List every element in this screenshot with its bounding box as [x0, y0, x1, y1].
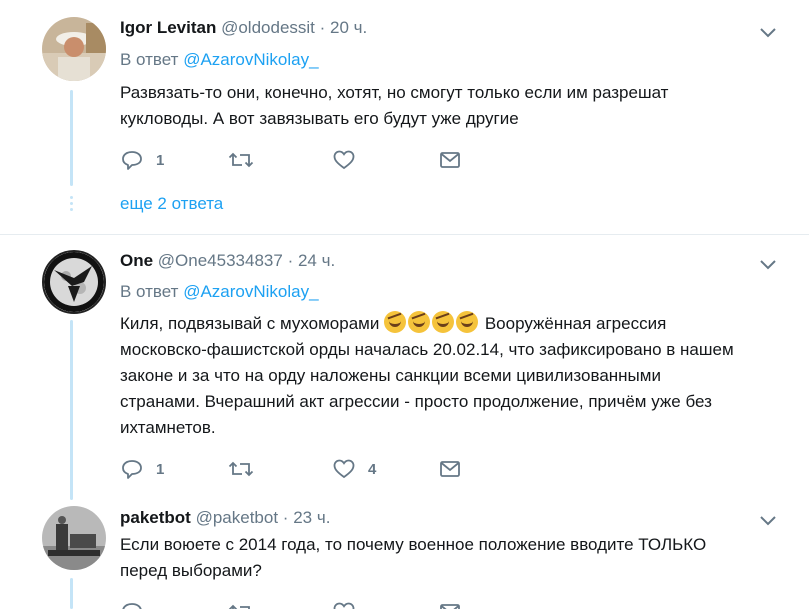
- envelope-icon: [440, 152, 460, 168]
- heart-icon: [333, 459, 355, 479]
- user-name[interactable]: Igor Levitan: [120, 18, 216, 37]
- tweet-text-line: странами. Вчерашний акт агрессии - прост…: [120, 392, 712, 411]
- user-handle[interactable]: @One45334837: [158, 251, 283, 270]
- tweet-header: One @One45334837 · 24 ч.: [120, 251, 335, 271]
- envelope-icon: [440, 604, 460, 609]
- thread-line: [70, 320, 73, 500]
- separator-dot: ·: [319, 18, 326, 37]
- rolling-laughing-emoji: [432, 311, 455, 333]
- tweet-text-line: Если воюете с 2014 года, то почему военн…: [120, 535, 707, 554]
- retweet-button[interactable]: [228, 600, 254, 609]
- like-count: 4: [368, 460, 377, 478]
- heart-icon: [333, 602, 355, 609]
- tweet-text-line: ихтамнетов.: [120, 418, 216, 437]
- tweet-header: paketbot @paketbot · 23 ч.: [120, 508, 330, 528]
- rolling-laughing-emoji: [384, 311, 407, 333]
- thread-line: [70, 90, 73, 186]
- reply-icon: [122, 151, 142, 170]
- retweet-icon: [228, 461, 254, 477]
- timestamp[interactable]: 24 ч.: [298, 251, 335, 270]
- reply-button[interactable]: 1: [120, 457, 164, 481]
- tweet-one[interactable]: One @One45334837 · 24 ч. В ответ @Azarov…: [0, 235, 809, 500]
- reply-context: В ответ @AzarovNikolay_: [120, 282, 319, 302]
- reply-icon: [122, 603, 142, 609]
- reply-context: В ответ @AzarovNikolay_: [120, 50, 319, 70]
- avatar[interactable]: [42, 250, 106, 314]
- tweet-text-segment: Киля, подвязывай с мухоморами: [120, 314, 380, 333]
- retweet-icon: [228, 152, 254, 168]
- direct-message-button[interactable]: [438, 148, 462, 172]
- reply-prefix: В ответ: [120, 50, 179, 69]
- user-handle[interactable]: @oldodessit: [221, 18, 315, 37]
- tweet-text: Развязать-то они, конечно, хотят, но смо…: [120, 80, 790, 132]
- tweet-text-line: законе и за что на орду наложены санкции…: [120, 366, 661, 385]
- tweet-text-line: перед выборами?: [120, 561, 262, 580]
- tweet-text-line: московско-фашистской орды началась 20.02…: [120, 340, 734, 359]
- tweet-header: Igor Levitan @oldodessit · 20 ч.: [120, 18, 367, 38]
- rolling-laughing-emoji: [408, 311, 431, 333]
- reply-count: 1: [156, 460, 165, 478]
- like-button[interactable]: [332, 148, 356, 172]
- reply-icon: [122, 460, 142, 479]
- tweet-text-segment: Вооружённая агрессия: [484, 314, 667, 333]
- avatar[interactable]: [42, 506, 106, 570]
- heart-icon: [333, 150, 355, 170]
- retweet-button[interactable]: [228, 457, 254, 481]
- thread-line: [70, 578, 73, 609]
- chevron-down-icon[interactable]: [756, 252, 780, 276]
- retweet-icon: [228, 604, 250, 609]
- tweet-actions: 1: [120, 148, 480, 172]
- avatar[interactable]: [42, 17, 106, 81]
- retweet-button[interactable]: [228, 148, 254, 172]
- user-name[interactable]: One: [120, 251, 153, 270]
- reply-prefix: В ответ: [120, 282, 179, 301]
- like-button[interactable]: [332, 600, 356, 609]
- user-handle[interactable]: @paketbot: [196, 508, 278, 527]
- timestamp[interactable]: 20 ч.: [330, 18, 367, 37]
- reply-mention-link[interactable]: @AzarovNikolay_: [183, 282, 318, 301]
- user-name[interactable]: paketbot: [120, 508, 191, 527]
- rolling-laughing-emoji: [456, 311, 479, 333]
- tweet-text: Киля, подвязывай с мухоморами Вооружённа…: [120, 311, 790, 441]
- reply-button[interactable]: [120, 600, 144, 609]
- tweet-text: Если воюете с 2014 года, то почему военн…: [120, 532, 790, 584]
- more-replies-link[interactable]: еще 2 ответа: [120, 194, 223, 214]
- direct-message-button[interactable]: [438, 457, 462, 481]
- reply-mention-link[interactable]: @AzarovNikolay_: [183, 50, 318, 69]
- like-button[interactable]: 4: [332, 457, 376, 481]
- thread-dots: [70, 196, 73, 214]
- tweet-text-line: кукловоды. А вот завязывать его будут уж…: [120, 109, 519, 128]
- reply-count: 1: [156, 151, 165, 169]
- envelope-icon: [440, 461, 460, 477]
- tweet-actions: [120, 600, 480, 609]
- timestamp[interactable]: 23 ч.: [293, 508, 330, 527]
- separator-dot: ·: [287, 251, 294, 270]
- tweet-actions: 1 4: [120, 457, 480, 481]
- reply-button[interactable]: 1: [120, 148, 164, 172]
- tweet-igor-levitan[interactable]: Igor Levitan @oldodessit · 20 ч. В ответ…: [0, 0, 809, 235]
- tweet-text-line: Киля, подвязывай с мухоморами Вооружённа…: [120, 311, 790, 337]
- chevron-down-icon[interactable]: [756, 20, 780, 44]
- tweet-paketbot[interactable]: paketbot @paketbot · 23 ч. Если воюете с…: [0, 500, 809, 609]
- tweet-text-line: Развязать-то они, конечно, хотят, но смо…: [120, 83, 669, 102]
- direct-message-button[interactable]: [438, 600, 462, 609]
- separator-dot: ·: [282, 508, 289, 527]
- chevron-down-icon[interactable]: [756, 508, 780, 532]
